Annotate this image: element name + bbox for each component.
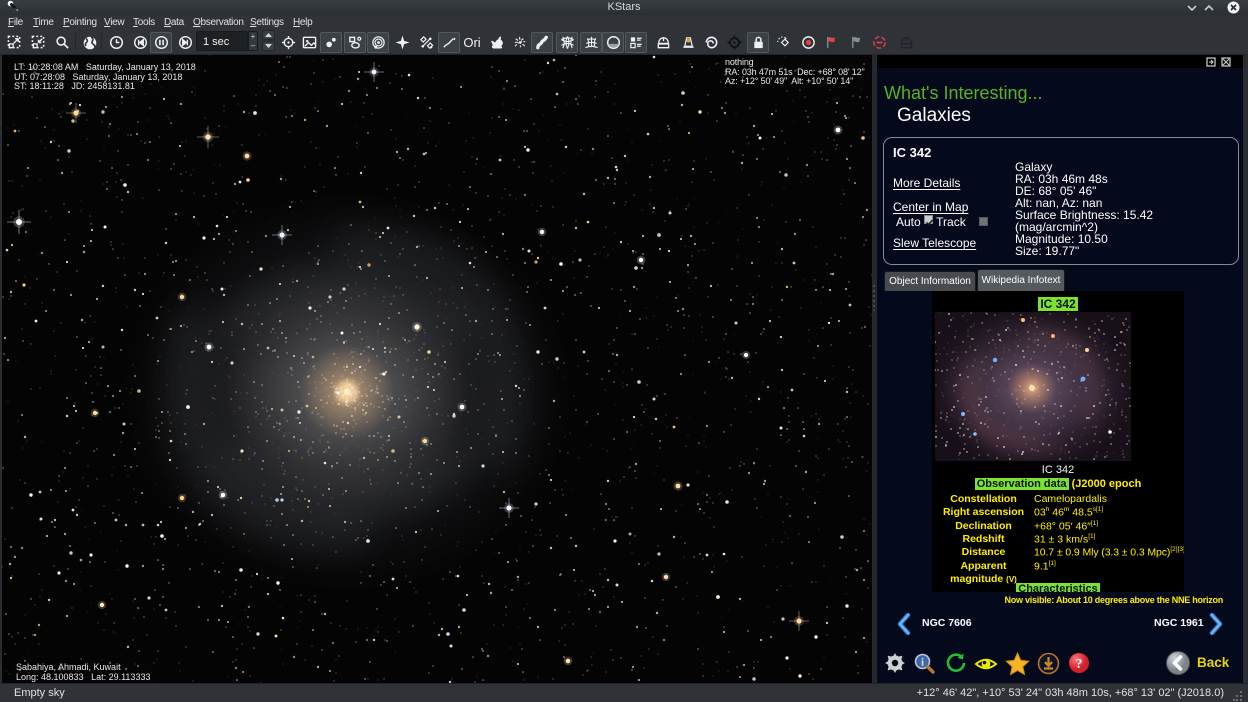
- svg-text:i: i: [921, 657, 924, 669]
- svg-text:?: ?: [1076, 657, 1083, 672]
